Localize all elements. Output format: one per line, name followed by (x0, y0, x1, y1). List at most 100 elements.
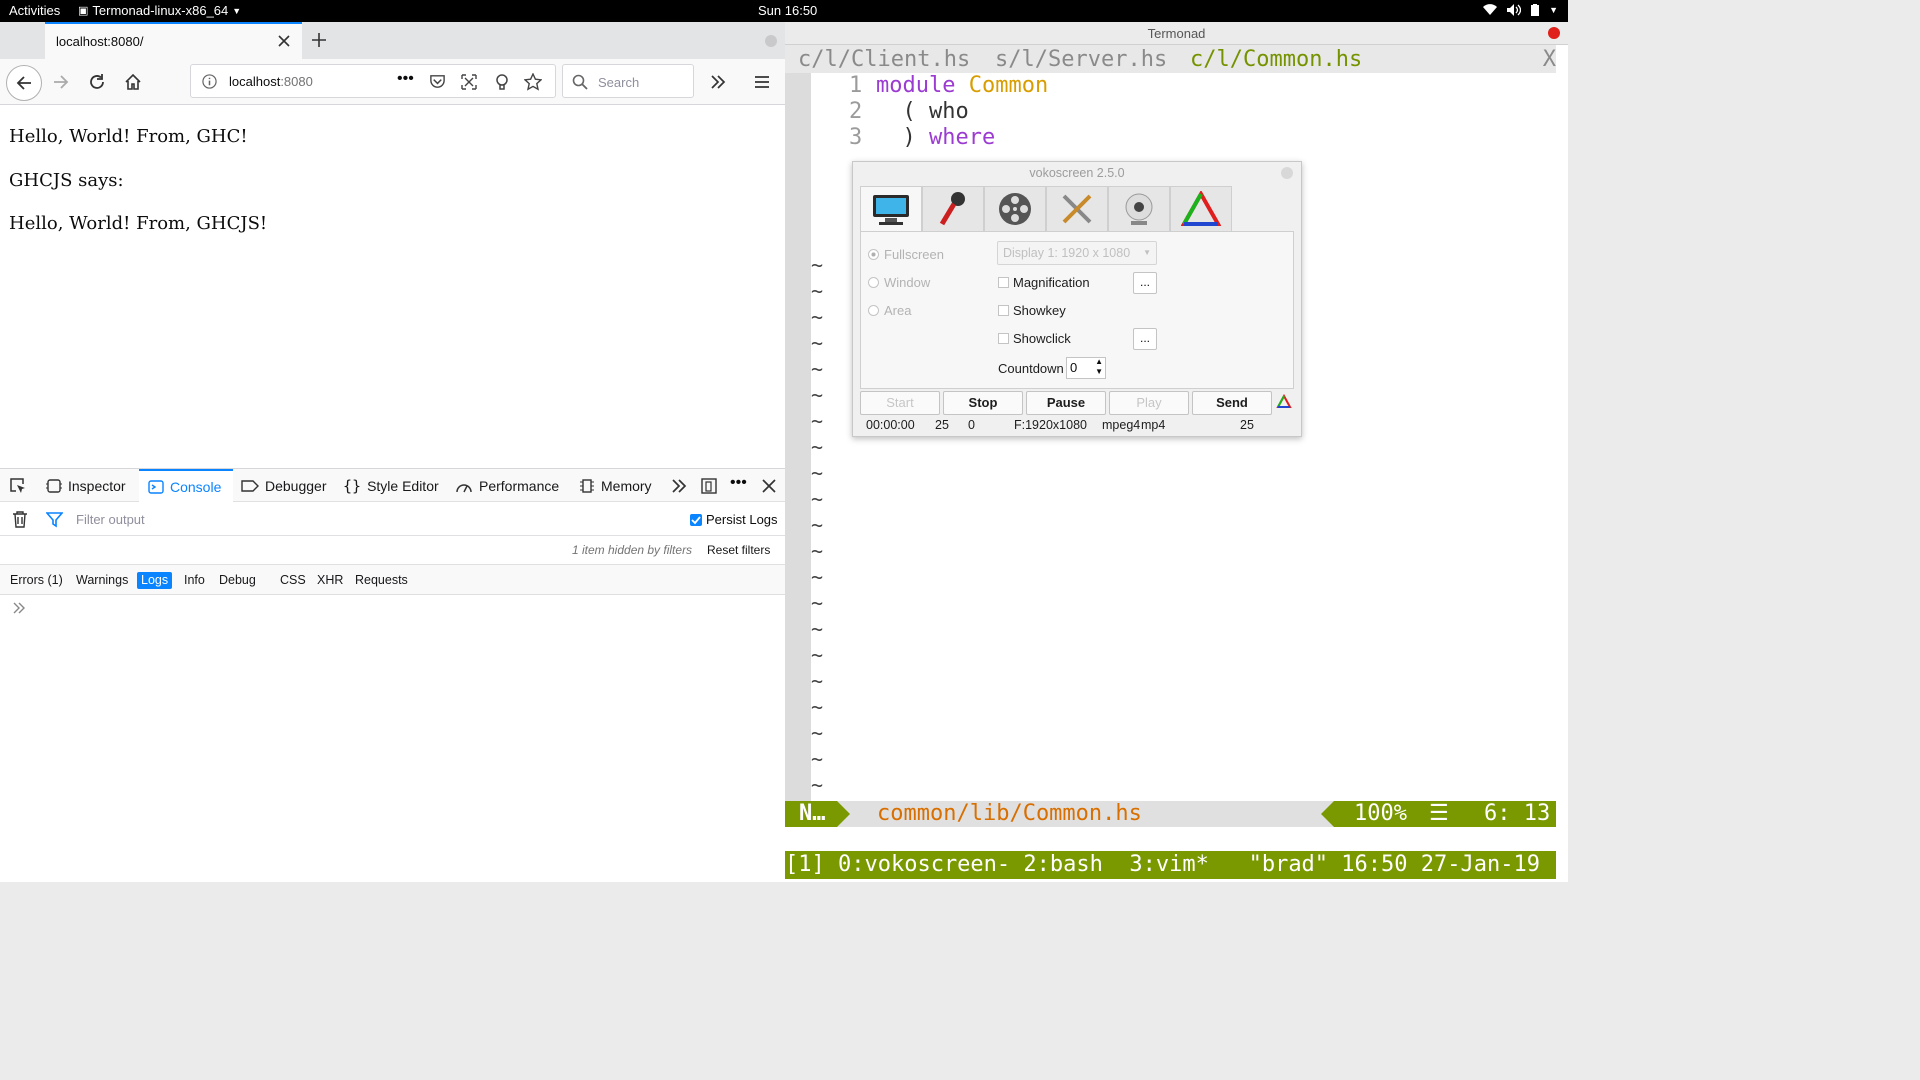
window-title: vokoscreen 2.5.0 (1029, 166, 1125, 180)
level-info[interactable]: Info (180, 572, 209, 589)
level-errors[interactable]: Errors (1) (6, 572, 67, 589)
level-css[interactable]: CSS (276, 572, 310, 589)
magnification-settings-button[interactable]: ... (1133, 272, 1157, 294)
level-debug[interactable]: Debug (215, 572, 260, 589)
tab-console[interactable]: Console (139, 469, 233, 502)
tilde-marker: ~ (811, 669, 824, 693)
element-picker-icon[interactable] (9, 477, 27, 495)
arrow-left-icon (16, 76, 31, 90)
memory-chip-icon (580, 478, 594, 493)
showclick-checkbox[interactable]: Showclick (998, 331, 1071, 346)
play-button[interactable]: Play (1109, 391, 1189, 415)
tools-icon (1062, 194, 1092, 224)
status-percent: 100% (1354, 801, 1407, 826)
tab-title: localhost:8080/ (56, 34, 144, 49)
trash-icon[interactable] (12, 511, 28, 528)
close-window-icon[interactable] (1281, 167, 1293, 179)
tilde-marker: ~ (811, 279, 824, 303)
system-tray[interactable]: ▼ (1483, 4, 1558, 16)
mode-fullscreen-radio[interactable]: Fullscreen (868, 247, 944, 262)
console-prompt-icon[interactable] (12, 601, 26, 615)
lightbulb-icon[interactable] (494, 73, 510, 91)
tab-inspector[interactable]: Inspector (46, 469, 126, 502)
chevron-down-icon: ▼ (1143, 248, 1151, 257)
display-select[interactable]: Display 1: 1920 x 1080 ▼ (997, 241, 1157, 265)
level-logs[interactable]: Logs (137, 572, 173, 589)
inspector-icon (46, 478, 62, 493)
tab-webcam[interactable] (1108, 186, 1170, 232)
countdown-spinbox[interactable]: 0 ▲ ▼ (1066, 357, 1106, 379)
double-chevron-right-icon (711, 75, 726, 89)
level-warnings[interactable]: Warnings (72, 572, 132, 589)
mode-window-radio[interactable]: Window (868, 275, 930, 290)
level-requests[interactable]: Requests (351, 572, 412, 589)
responsive-mode-icon[interactable] (700, 477, 718, 495)
stop-button[interactable]: Stop (943, 391, 1023, 415)
home-icon (125, 73, 141, 90)
tab-screen[interactable] (860, 186, 922, 232)
tilde-marker: ~ (811, 539, 824, 563)
start-button[interactable]: Start (860, 391, 940, 415)
clock[interactable]: Sun 16:50 (758, 3, 817, 18)
send-button[interactable]: Send (1192, 391, 1272, 415)
new-tab-icon[interactable] (309, 30, 329, 50)
powerline-separator (837, 801, 850, 827)
close-icon[interactable] (761, 478, 777, 494)
magnification-checkbox[interactable]: Magnification (998, 275, 1090, 290)
vim-tab[interactable]: s/l/Server.hs (995, 47, 1167, 72)
mode-area-radio[interactable]: Area (868, 303, 911, 318)
status-menu-icon: ☰ (1429, 801, 1449, 826)
activities-button[interactable]: Activities (9, 3, 60, 18)
recording-info-bar: 00:00:00 25 0 F:1920x1080 mpeg4 mp4 25 (853, 417, 1301, 435)
page-text-1: Hello, World! From, GHC! (9, 126, 248, 147)
tab-style-editor[interactable]: {} Style Editor (343, 469, 439, 502)
search-bar[interactable]: Search (562, 64, 694, 98)
vim-tab-active[interactable]: c/l/Common.hs (1190, 47, 1362, 72)
tab-performance[interactable]: Performance (455, 469, 559, 502)
hamburger-menu-button[interactable] (750, 70, 774, 94)
filter-input[interactable]: Filter output (76, 512, 145, 527)
page-actions-icon[interactable]: ••• (397, 70, 414, 88)
overflow-menu-button[interactable] (706, 70, 730, 94)
close-tab-icon[interactable] (277, 34, 291, 48)
more-tools-icon[interactable] (670, 477, 688, 495)
forward-button[interactable] (49, 70, 73, 94)
screenshot-icon[interactable] (460, 73, 478, 91)
vim-tab[interactable]: c/l/Client.hs (798, 47, 970, 72)
close-window-icon[interactable] (1548, 27, 1560, 39)
pocket-icon[interactable] (429, 73, 446, 90)
reset-filters-button[interactable]: Reset filters (707, 543, 770, 557)
tab-memory[interactable]: Memory (579, 469, 652, 502)
code-line: module Common (876, 73, 1049, 98)
tab-video[interactable] (984, 186, 1046, 232)
tab-settings[interactable] (1046, 186, 1108, 232)
level-xhr[interactable]: XHR (313, 572, 347, 589)
back-button[interactable] (6, 65, 42, 101)
url-bar[interactable]: localhost:8080 ••• (190, 64, 556, 98)
wifi-icon (1483, 4, 1498, 16)
tab-audio[interactable] (922, 186, 984, 232)
showclick-settings-button[interactable]: ... (1133, 328, 1157, 350)
reload-button[interactable] (85, 70, 109, 94)
browser-tab[interactable]: localhost:8080/ (45, 22, 302, 59)
monitor-icon (873, 194, 909, 225)
showkey-checkbox[interactable]: Showkey (998, 303, 1066, 318)
braces-icon: {} (343, 476, 362, 495)
persist-logs-checkbox[interactable]: Persist Logs (690, 512, 778, 527)
pause-button[interactable]: Pause (1026, 391, 1106, 415)
gauge-icon (456, 483, 472, 492)
home-button[interactable] (121, 70, 145, 94)
info-time: 00:00:00 (866, 418, 915, 432)
devtools-options-icon[interactable]: ••• (730, 474, 747, 492)
filter-icon[interactable] (46, 511, 63, 528)
spin-arrows-icon: ▲ ▼ (1095, 357, 1103, 376)
bookmark-star-icon[interactable] (524, 73, 542, 91)
tilde-marker: ~ (811, 357, 824, 381)
tab-about[interactable] (1170, 186, 1232, 232)
triangle-icon[interactable] (1276, 394, 1292, 410)
app-menu[interactable]: ▣ Termonad-linux-x86_64 ▼ (78, 3, 241, 18)
tab-debugger[interactable]: Debugger (241, 469, 327, 502)
info-container: mp4 (1141, 418, 1166, 432)
info-icon[interactable] (202, 74, 217, 89)
vim-tab-close[interactable]: X (1543, 47, 1556, 72)
